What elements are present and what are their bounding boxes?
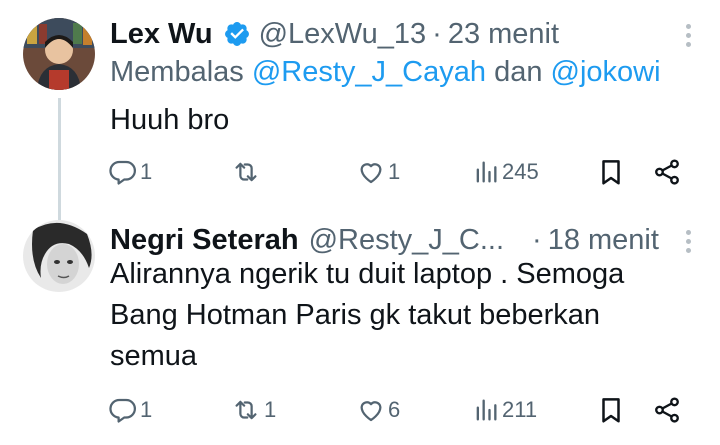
action-bar: 1 1 245 — [108, 152, 700, 192]
more-options-icon[interactable] — [686, 230, 692, 256]
views-icon — [476, 161, 497, 183]
reply-button[interactable]: 1 — [108, 152, 152, 192]
bookmark-icon — [602, 398, 620, 423]
share-button[interactable] — [652, 390, 682, 430]
reply-icon — [109, 398, 136, 423]
retweet-icon — [235, 162, 257, 182]
user-handle[interactable]: @LexWu_13 — [259, 18, 427, 51]
mention-link[interactable]: @Resty_J_Cayah — [252, 56, 486, 88]
display-name[interactable]: Negri Seterah — [110, 224, 299, 257]
tweet-text: Huuh bro — [110, 104, 230, 136]
tweet-negri-seterah[interactable]: Negri Seterah @Resty_J_C... · 18 menit A… — [0, 218, 720, 445]
separator-dot: · — [532, 223, 542, 256]
reply-count: 1 — [140, 159, 153, 184]
retweet-button[interactable] — [230, 152, 264, 192]
display-name[interactable]: Lex Wu — [110, 18, 213, 51]
like-button[interactable]: 6 — [356, 390, 400, 430]
timestamp[interactable]: 18 menit — [548, 224, 659, 257]
timestamp[interactable]: 23 menit — [448, 18, 559, 51]
reply-button[interactable]: 1 — [108, 390, 152, 430]
views-button[interactable]: 211 — [472, 390, 537, 430]
separator-dot: · — [432, 17, 442, 50]
verified-badge-icon — [223, 20, 251, 48]
views-button[interactable]: 245 — [472, 152, 539, 192]
replying-to: Membalas @Resty_J_Cayah dan @jokowi — [110, 56, 661, 89]
bookmark-button[interactable] — [596, 390, 626, 430]
heart-icon — [360, 163, 382, 184]
share-icon — [655, 159, 679, 185]
mention-link[interactable]: @jokowi — [551, 56, 661, 88]
more-options-icon[interactable] — [686, 24, 692, 50]
like-count: 1 — [388, 159, 401, 184]
retweet-icon — [235, 400, 257, 420]
views-count: 245 — [502, 159, 539, 184]
bookmark-button[interactable] — [596, 152, 626, 192]
reply-count: 1 — [140, 397, 153, 422]
avatar[interactable] — [23, 220, 95, 292]
tweet-header: Lex Wu @LexWu_13 · 23 menit — [110, 14, 680, 54]
replying-to-prefix: Membalas — [110, 56, 244, 88]
action-bar: 1 1 6 211 — [108, 390, 700, 430]
avatar[interactable] — [23, 18, 95, 90]
retweet-count: 1 — [264, 397, 277, 422]
tweet-text: Alirannya ngerik tu duit laptop . Semoga… — [110, 258, 625, 372]
bookmark-icon — [602, 160, 620, 185]
retweet-button[interactable]: 1 — [230, 390, 276, 430]
thread-line — [58, 98, 61, 220]
views-icon — [476, 399, 497, 421]
reply-icon — [109, 160, 136, 185]
share-icon — [655, 397, 679, 423]
user-handle[interactable]: @Resty_J_C... — [309, 224, 504, 257]
like-button[interactable]: 1 — [356, 152, 400, 192]
heart-icon — [360, 401, 382, 422]
like-count: 6 — [388, 397, 401, 422]
share-button[interactable] — [652, 152, 682, 192]
tweet-lex-wu[interactable]: Lex Wu @LexWu_13 · 23 menit Membalas @Re… — [0, 0, 720, 220]
replying-to-joiner: dan — [494, 56, 543, 88]
views-count: 211 — [502, 397, 538, 422]
